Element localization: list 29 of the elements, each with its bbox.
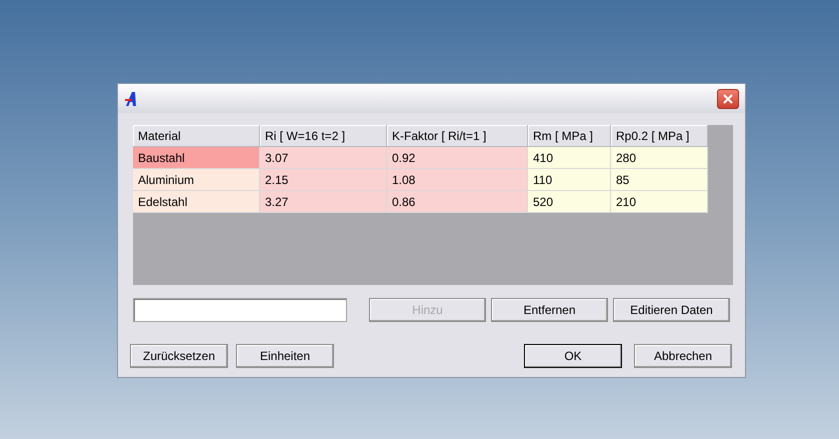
action-button[interactable]: Editieren Daten — [613, 298, 730, 322]
table-cell: 520 — [528, 191, 611, 213]
close-button[interactable] — [717, 88, 739, 108]
footer-button[interactable]: Einheiten — [236, 344, 334, 368]
column-header[interactable]: Rp0.2 [ MPa ] — [611, 125, 708, 147]
table-cell: 3.27 — [260, 191, 387, 213]
table-cell: 110 — [528, 169, 611, 191]
cancel-button[interactable]: Abbrechen — [634, 344, 732, 368]
column-header[interactable]: Material — [133, 125, 260, 147]
close-icon — [722, 92, 734, 104]
table-cell: 85 — [611, 169, 708, 191]
table-cell: 0.86 — [387, 191, 528, 213]
ok-button[interactable]: OK — [524, 344, 622, 368]
table-cell: 3.07 — [260, 147, 387, 169]
table-cell: Edelstahl — [133, 191, 260, 213]
text-field[interactable] — [133, 298, 347, 322]
table-cell: 280 — [611, 147, 708, 169]
table-cell: 2.15 — [260, 169, 387, 191]
column-header[interactable]: Rm [ MPa ] — [528, 125, 611, 147]
table-cell: 410 — [528, 147, 611, 169]
table-cell: 1.08 — [387, 169, 528, 191]
table-cell: 0.92 — [387, 147, 528, 169]
column-header[interactable]: Ri [ W=16 t=2 ] — [260, 125, 387, 147]
table-cell: Baustahl — [133, 147, 260, 169]
column-header[interactable]: K-Faktor [ Ri/t=1 ] — [387, 125, 528, 147]
table-cell: Aluminium — [133, 169, 260, 191]
table-cell: 210 — [611, 191, 708, 213]
footer-button[interactable]: Zurücksetzen — [130, 344, 228, 368]
action-button[interactable]: Entfernen — [491, 298, 608, 322]
